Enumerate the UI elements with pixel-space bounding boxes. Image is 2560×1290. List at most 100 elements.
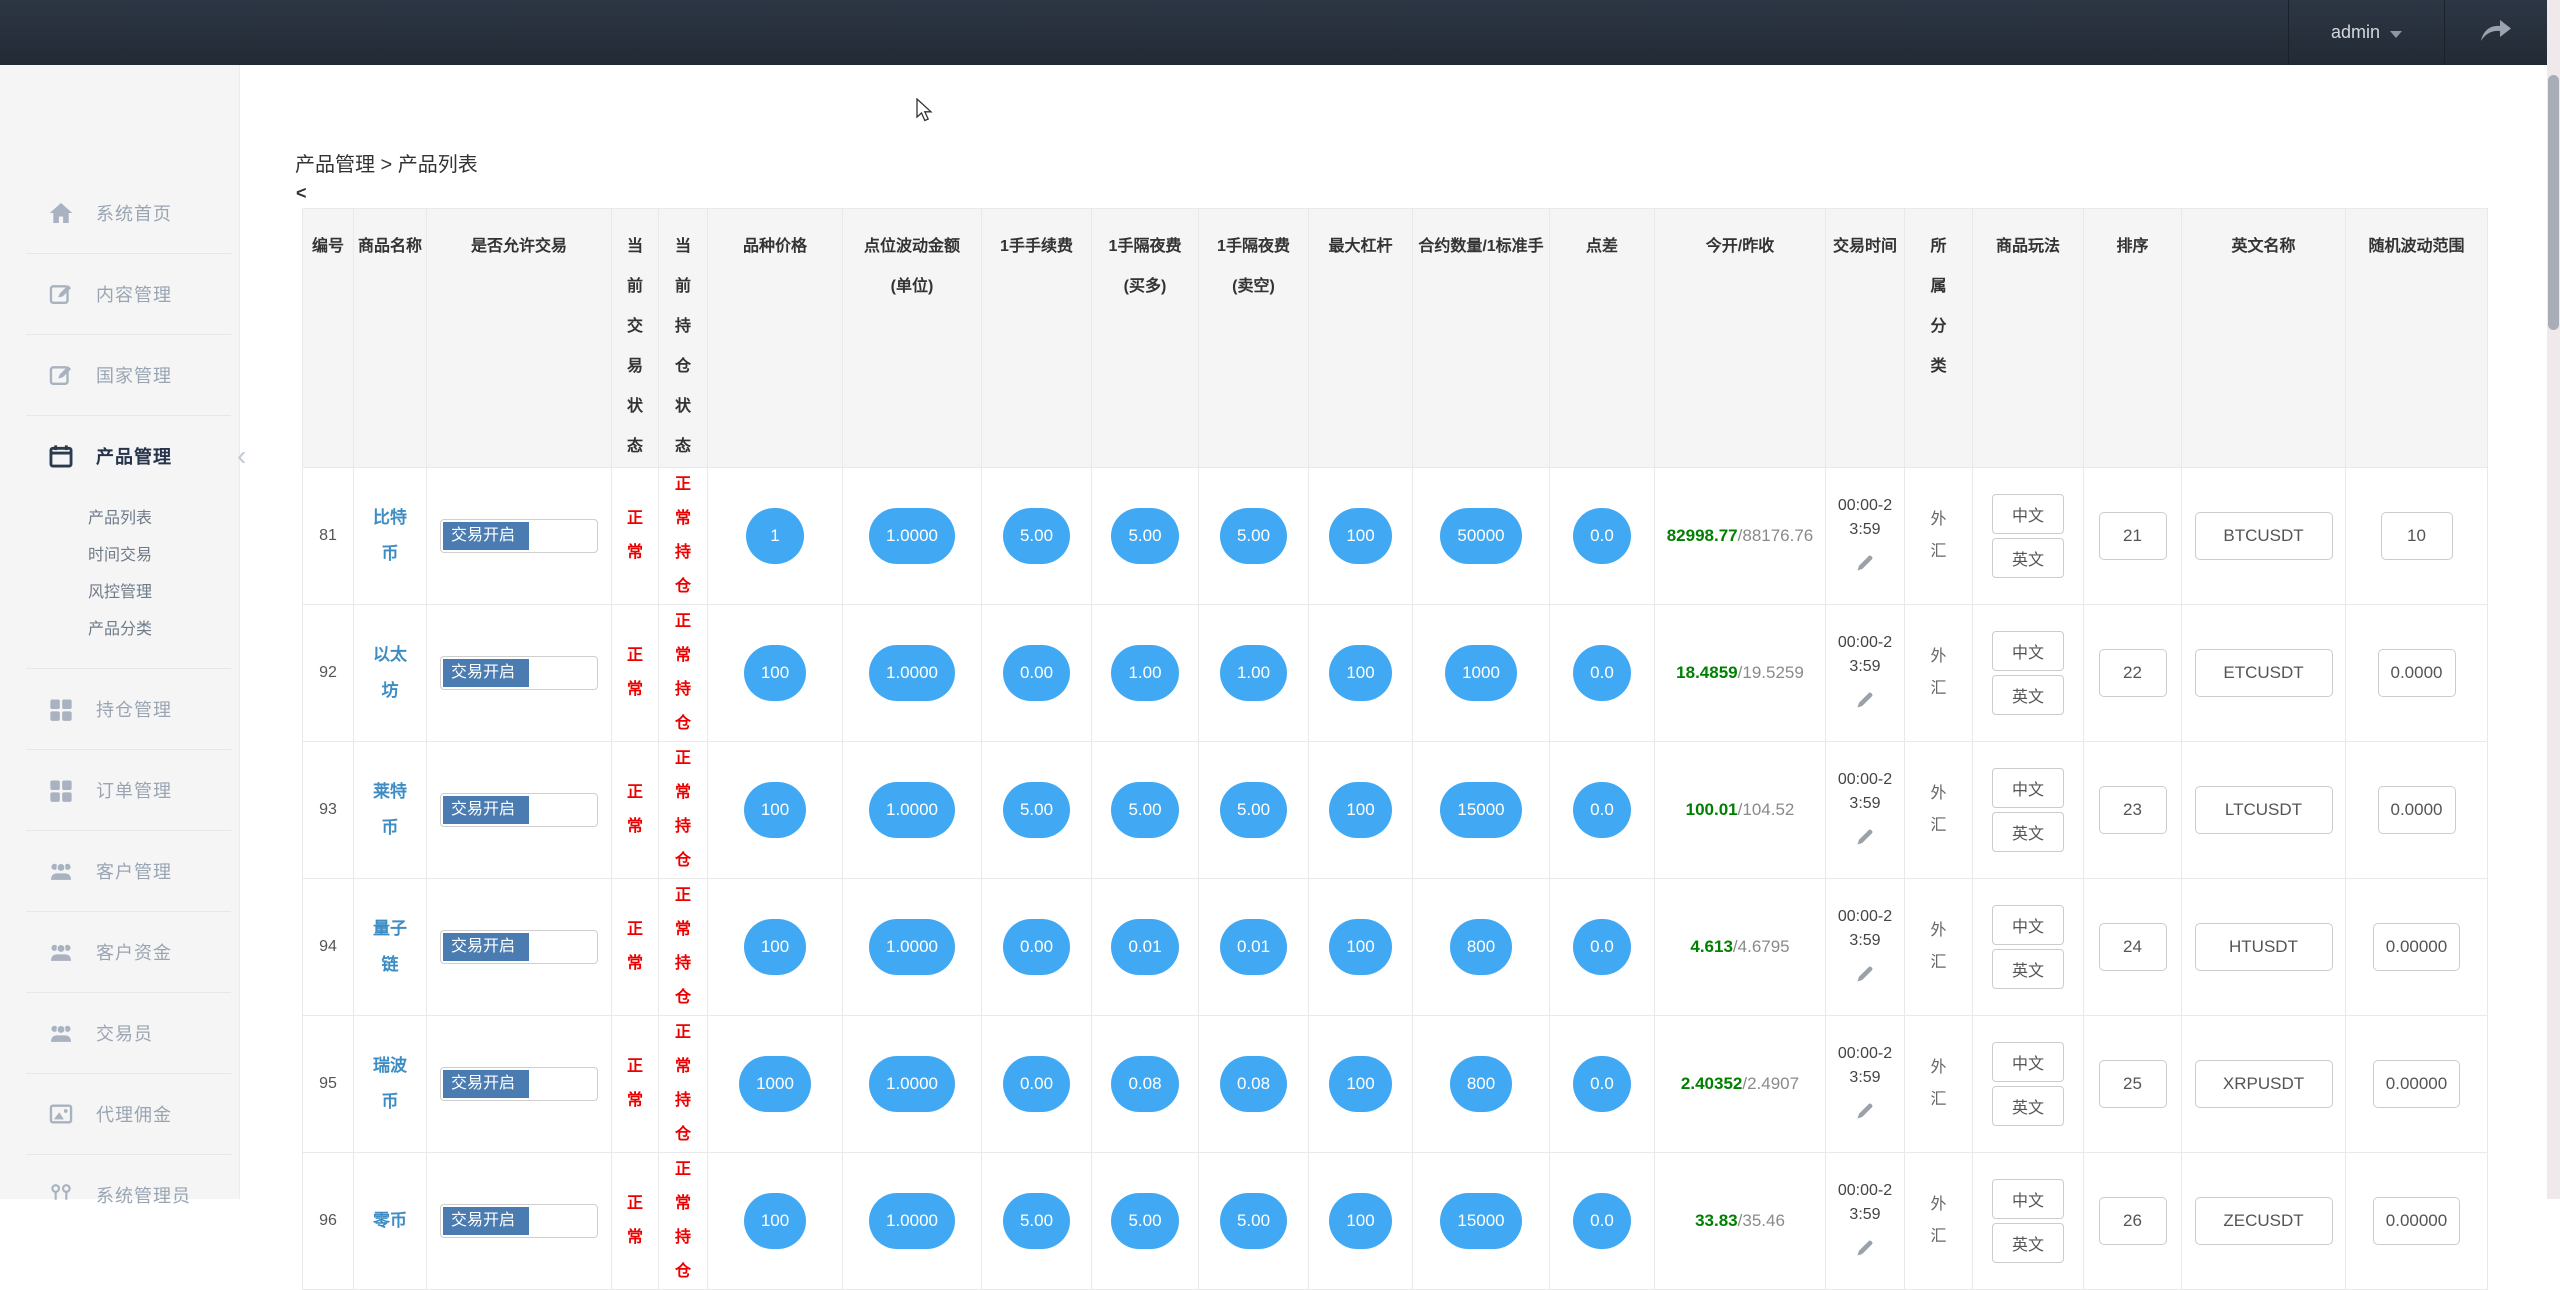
price-pill[interactable]: 100 xyxy=(744,645,806,701)
overnight-sell-pill[interactable]: 5.00 xyxy=(1220,1193,1287,1249)
sidebar-item-customers[interactable]: 客户管理 xyxy=(0,831,239,911)
point-amount-pill[interactable]: 1.0000 xyxy=(869,782,955,838)
admin-user-menu[interactable]: admin xyxy=(2288,0,2445,65)
english-name-input[interactable]: ZECUSDT xyxy=(2195,1197,2333,1245)
play-zh-button[interactable]: 中文 xyxy=(1992,1042,2064,1082)
overnight-sell-pill[interactable]: 0.08 xyxy=(1220,1056,1287,1112)
back-collapse-symbol[interactable]: < xyxy=(296,183,307,204)
random-range-input[interactable]: 0.00000 xyxy=(2373,1197,2460,1245)
price-pill[interactable]: 100 xyxy=(744,782,806,838)
english-name-input[interactable]: BTCUSDT xyxy=(2195,512,2333,560)
edit-time-icon[interactable] xyxy=(1826,1237,1904,1264)
edit-time-icon[interactable] xyxy=(1826,826,1904,853)
sidebar-collapse-icon[interactable]: ‹ xyxy=(237,440,246,472)
overnight-buy-pill[interactable]: 5.00 xyxy=(1111,782,1178,838)
spread-pill[interactable]: 0.0 xyxy=(1573,919,1631,975)
trade-toggle-select[interactable]: 交易开启 xyxy=(440,656,598,690)
sidebar-item-system-admin[interactable]: 系统管理员 xyxy=(0,1155,239,1235)
fee-pill[interactable]: 5.00 xyxy=(1003,508,1070,564)
overnight-buy-pill[interactable]: 5.00 xyxy=(1111,508,1178,564)
random-range-input[interactable]: 0.0000 xyxy=(2378,786,2456,834)
sort-input[interactable]: 24 xyxy=(2099,923,2167,971)
edit-time-icon[interactable] xyxy=(1826,963,1904,990)
sort-input[interactable]: 25 xyxy=(2099,1060,2167,1108)
trade-toggle-select[interactable]: 交易开启 xyxy=(440,1204,598,1238)
random-range-input[interactable]: 10 xyxy=(2381,512,2453,560)
edit-time-icon[interactable] xyxy=(1826,689,1904,716)
sidebar-item-positions[interactable]: 持仓管理 xyxy=(0,669,239,749)
play-en-button[interactable]: 英文 xyxy=(1992,538,2064,578)
english-name-input[interactable]: ETCUSDT xyxy=(2195,649,2333,697)
sidebar-item-home[interactable]: 系统首页 xyxy=(0,173,239,253)
english-name-input[interactable]: LTCUSDT xyxy=(2195,786,2333,834)
trade-toggle-select[interactable]: 交易开启 xyxy=(440,793,598,827)
spread-pill[interactable]: 0.0 xyxy=(1573,645,1631,701)
product-name-link[interactable]: 以太坊 xyxy=(371,637,409,709)
random-range-input[interactable]: 0.0000 xyxy=(2378,649,2456,697)
product-name-link[interactable]: 零币 xyxy=(371,1203,409,1239)
play-en-button[interactable]: 英文 xyxy=(1992,812,2064,852)
sidebar-subitem-product-category[interactable]: 产品分类 xyxy=(0,611,239,648)
fee-pill[interactable]: 0.00 xyxy=(1003,645,1070,701)
trade-toggle-select[interactable]: 交易开启 xyxy=(440,930,598,964)
contract-pill[interactable]: 1000 xyxy=(1445,645,1517,701)
random-range-input[interactable]: 0.00000 xyxy=(2373,923,2460,971)
trade-toggle-select[interactable]: 交易开启 xyxy=(440,1067,598,1101)
play-zh-button[interactable]: 中文 xyxy=(1992,1179,2064,1219)
point-amount-pill[interactable]: 1.0000 xyxy=(869,919,955,975)
sidebar-item-customer-funds[interactable]: 客户资金 xyxy=(0,912,239,992)
edit-time-icon[interactable] xyxy=(1826,1100,1904,1127)
contract-pill[interactable]: 15000 xyxy=(1440,1193,1521,1249)
leverage-pill[interactable]: 100 xyxy=(1329,782,1391,838)
price-pill[interactable]: 100 xyxy=(744,1193,806,1249)
overnight-buy-pill[interactable]: 0.08 xyxy=(1111,1056,1178,1112)
sidebar-subitem-risk-control[interactable]: 风控管理 xyxy=(0,574,239,611)
overnight-sell-pill[interactable]: 5.00 xyxy=(1220,508,1287,564)
sidebar-subitem-time-trade[interactable]: 时间交易 xyxy=(0,537,239,574)
sort-input[interactable]: 23 xyxy=(2099,786,2167,834)
fee-pill[interactable]: 0.00 xyxy=(1003,919,1070,975)
sort-input[interactable]: 22 xyxy=(2099,649,2167,697)
product-name-link[interactable]: 瑞波币 xyxy=(371,1048,409,1120)
contract-pill[interactable]: 15000 xyxy=(1440,782,1521,838)
leverage-pill[interactable]: 100 xyxy=(1329,919,1391,975)
leverage-pill[interactable]: 100 xyxy=(1329,1056,1391,1112)
fee-pill[interactable]: 5.00 xyxy=(1003,782,1070,838)
play-zh-button[interactable]: 中文 xyxy=(1992,494,2064,534)
random-range-input[interactable]: 0.00000 xyxy=(2373,1060,2460,1108)
leverage-pill[interactable]: 100 xyxy=(1329,645,1391,701)
overnight-buy-pill[interactable]: 5.00 xyxy=(1111,1193,1178,1249)
contract-pill[interactable]: 800 xyxy=(1450,1056,1512,1112)
sidebar-item-products[interactable]: 产品管理 xyxy=(0,416,239,496)
spread-pill[interactable]: 0.0 xyxy=(1573,1193,1631,1249)
overnight-sell-pill[interactable]: 0.01 xyxy=(1220,919,1287,975)
leverage-pill[interactable]: 100 xyxy=(1329,508,1391,564)
sidebar-item-traders[interactable]: 交易员 xyxy=(0,993,239,1073)
overnight-sell-pill[interactable]: 1.00 xyxy=(1220,645,1287,701)
sidebar-item-content[interactable]: 内容管理 xyxy=(0,254,239,334)
spread-pill[interactable]: 0.0 xyxy=(1573,782,1631,838)
play-zh-button[interactable]: 中文 xyxy=(1992,768,2064,808)
product-name-link[interactable]: 莱特币 xyxy=(371,774,409,846)
spread-pill[interactable]: 0.0 xyxy=(1573,508,1631,564)
play-en-button[interactable]: 英文 xyxy=(1992,1223,2064,1263)
spread-pill[interactable]: 0.0 xyxy=(1573,1056,1631,1112)
point-amount-pill[interactable]: 1.0000 xyxy=(869,1056,955,1112)
sidebar-subitem-product-list[interactable]: 产品列表 xyxy=(0,500,239,537)
sidebar-item-country[interactable]: 国家管理 xyxy=(0,335,239,415)
product-name-link[interactable]: 比特币 xyxy=(371,500,409,572)
fee-pill[interactable]: 0.00 xyxy=(1003,1056,1070,1112)
sidebar-item-orders[interactable]: 订单管理 xyxy=(0,750,239,830)
overnight-buy-pill[interactable]: 1.00 xyxy=(1111,645,1178,701)
point-amount-pill[interactable]: 1.0000 xyxy=(869,508,955,564)
price-pill[interactable]: 1000 xyxy=(739,1056,811,1112)
edit-time-icon[interactable] xyxy=(1826,552,1904,579)
sort-input[interactable]: 21 xyxy=(2099,512,2167,560)
trade-toggle-select[interactable]: 交易开启 xyxy=(440,519,598,553)
contract-pill[interactable]: 50000 xyxy=(1440,508,1521,564)
scrollbar-thumb[interactable] xyxy=(2548,75,2559,330)
logout-button[interactable] xyxy=(2445,0,2547,65)
price-pill[interactable]: 100 xyxy=(744,919,806,975)
fee-pill[interactable]: 5.00 xyxy=(1003,1193,1070,1249)
play-zh-button[interactable]: 中文 xyxy=(1992,905,2064,945)
